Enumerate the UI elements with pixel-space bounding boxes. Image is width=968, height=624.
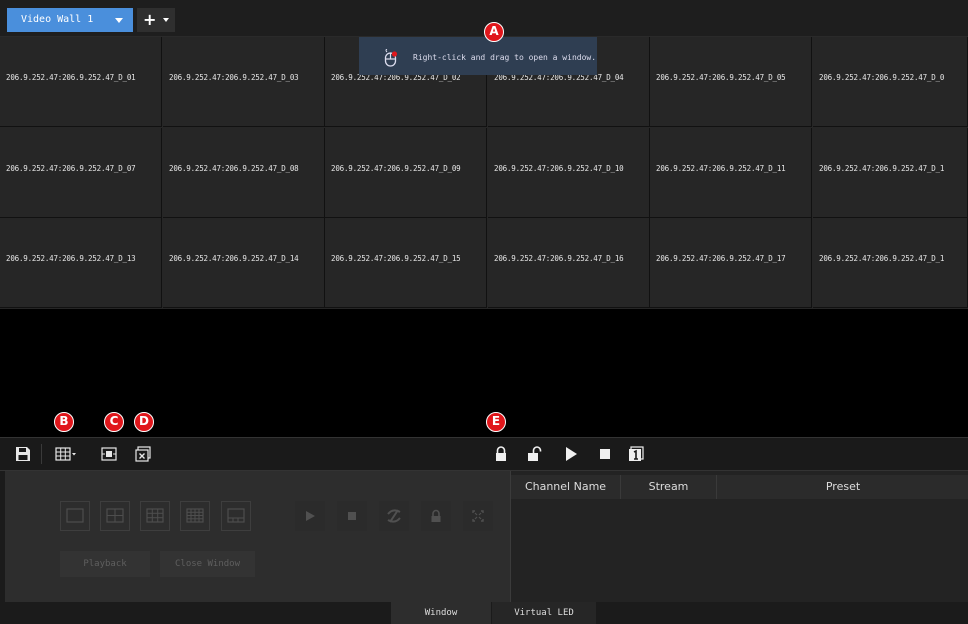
layout-custom-icon <box>227 508 245 523</box>
tab-video-wall-1[interactable]: Video Wall 1 <box>7 8 133 32</box>
wall-toolbar <box>0 437 968 471</box>
lock-icon[interactable] <box>493 446 509 462</box>
screen-label: 206.9.252.47:206.9.252.47_D_1 <box>819 254 945 263</box>
panel-play-button[interactable] <box>295 501 325 531</box>
bottom-tab-bar: Window Virtual LED <box>5 602 968 624</box>
playback-button[interactable]: Playback <box>60 551 150 577</box>
play-icon[interactable] <box>563 446 579 462</box>
window-control-panel: Playback Close Window <box>5 471 510 602</box>
callout-marker-b: B <box>54 412 74 432</box>
wall-screen-cell[interactable]: 206.9.252.47:206.9.252.47_D_08 <box>163 128 325 218</box>
toolbar-divider <box>41 444 42 464</box>
panel-refresh-button[interactable] <box>379 501 409 531</box>
column-preset[interactable]: Preset <box>717 475 968 499</box>
panel-lock-button[interactable] <box>421 501 451 531</box>
split-screen-icon[interactable] <box>101 446 117 462</box>
layout-1x1-icon <box>66 508 84 523</box>
stop-icon[interactable] <box>597 446 613 462</box>
chevron-down-icon[interactable] <box>163 18 169 22</box>
layout-custom-button[interactable] <box>221 501 251 531</box>
layout-2x2-button[interactable] <box>100 501 130 531</box>
tab-window[interactable]: Window <box>391 602 491 624</box>
wall-screen-cell[interactable]: 206.9.252.47:206.9.252.47_D_09 <box>325 128 487 218</box>
callout-marker-a: A <box>484 22 504 42</box>
mouse-icon <box>384 49 398 67</box>
panel-fullscreen-button[interactable] <box>463 501 493 531</box>
wall-screen-cell[interactable]: 206.9.252.47:206.9.252.47_D_17 <box>650 218 812 308</box>
layout-4x4-icon <box>186 508 204 523</box>
layout-3x3-icon <box>146 508 164 523</box>
hint-tooltip: Right-click and drag to open a window. <box>359 37 597 75</box>
panel-stop-button[interactable] <box>337 501 367 531</box>
video-wall-grid[interactable]: 206.9.252.47:206.9.252.47_D_01 206.9.252.… <box>0 37 968 309</box>
screen-label: 206.9.252.47:206.9.252.47_D_07 <box>6 164 136 173</box>
layout-1x1-button[interactable] <box>60 501 90 531</box>
layout-4x4-button[interactable] <box>180 501 210 531</box>
screen-label: 206.9.252.47:206.9.252.47_D_0 <box>819 73 945 82</box>
tab-virtual-led[interactable]: Virtual LED <box>492 602 596 624</box>
single-screen-icon[interactable] <box>628 446 644 462</box>
screen-label: 206.9.252.47:206.9.252.47_D_13 <box>6 254 136 263</box>
chevron-down-icon[interactable] <box>115 18 123 23</box>
layout-3x3-button[interactable] <box>140 501 170 531</box>
play-icon <box>306 511 315 521</box>
screen-label: 206.9.252.47:206.9.252.47_D_10 <box>494 164 624 173</box>
screen-label: 206.9.252.47:206.9.252.47_D_15 <box>331 254 461 263</box>
hint-text: Right-click and drag to open a window. <box>413 53 597 62</box>
plus-icon: + <box>143 10 157 29</box>
close-window-button[interactable]: Close Window <box>160 551 255 577</box>
close-all-windows-icon[interactable] <box>135 446 151 462</box>
save-icon[interactable] <box>15 446 31 462</box>
wall-screen-cell[interactable]: 206.9.252.47:206.9.252.47_D_0 <box>813 37 968 127</box>
wall-screen-cell[interactable]: 206.9.252.47:206.9.252.47_D_15 <box>325 218 487 308</box>
wall-screen-cell[interactable]: 206.9.252.47:206.9.252.47_D_05 <box>650 37 812 127</box>
layout-grid-icon[interactable] <box>55 446 77 462</box>
screen-label: 206.9.252.47:206.9.252.47_D_03 <box>169 73 299 82</box>
wall-screen-cell[interactable]: 206.9.252.47:206.9.252.47_D_07 <box>0 128 162 218</box>
add-video-wall-button[interactable]: + <box>137 8 175 32</box>
screen-label: 206.9.252.47:206.9.252.47_D_08 <box>169 164 299 173</box>
wall-screen-cell[interactable]: 206.9.252.47:206.9.252.47_D_13 <box>0 218 162 308</box>
wall-screen-cell[interactable]: 206.9.252.47:206.9.252.47_D_11 <box>650 128 812 218</box>
callout-marker-c: C <box>104 412 124 432</box>
screen-label: 206.9.252.47:206.9.252.47_D_11 <box>656 164 786 173</box>
stream-switch-icon <box>387 509 401 523</box>
lock-icon <box>431 509 441 522</box>
screen-label: 206.9.252.47:206.9.252.47_D_05 <box>656 73 786 82</box>
fullscreen-icon <box>472 510 484 522</box>
channel-table: Channel Name Stream Preset <box>510 471 968 602</box>
column-stream[interactable]: Stream <box>621 475 717 499</box>
wall-screen-cell[interactable]: 206.9.252.47:206.9.252.47_D_1 <box>813 218 968 308</box>
tab-label: Video Wall 1 <box>21 14 94 25</box>
screen-label: 206.9.252.47:206.9.252.47_D_16 <box>494 254 624 263</box>
wall-screen-cell[interactable]: 206.9.252.47:206.9.252.47_D_01 <box>0 37 162 127</box>
wall-screen-cell[interactable]: 206.9.252.47:206.9.252.47_D_03 <box>163 37 325 127</box>
column-channel-name[interactable]: Channel Name <box>511 475 621 499</box>
callout-marker-e: E <box>486 412 506 432</box>
layout-2x2-icon <box>106 508 124 523</box>
screen-label: 206.9.252.47:206.9.252.47_D_09 <box>331 164 461 173</box>
wall-screen-cell[interactable]: 206.9.252.47:206.9.252.47_D_10 <box>488 128 650 218</box>
table-header: Channel Name Stream Preset <box>511 475 968 499</box>
stop-icon <box>348 512 356 520</box>
wall-screen-cell[interactable]: 206.9.252.47:206.9.252.47_D_1 <box>813 128 968 218</box>
screen-label: 206.9.252.47:206.9.252.47_D_17 <box>656 254 786 263</box>
screen-label: 206.9.252.47:206.9.252.47_D_01 <box>6 73 136 82</box>
wall-screen-cell[interactable]: 206.9.252.47:206.9.252.47_D_16 <box>488 218 650 308</box>
screen-label: 206.9.252.47:206.9.252.47_D_14 <box>169 254 299 263</box>
callout-marker-d: D <box>134 412 154 432</box>
unlock-icon[interactable] <box>527 446 543 462</box>
wall-screen-cell[interactable]: 206.9.252.47:206.9.252.47_D_14 <box>163 218 325 308</box>
screen-label: 206.9.252.47:206.9.252.47_D_1 <box>819 164 945 173</box>
